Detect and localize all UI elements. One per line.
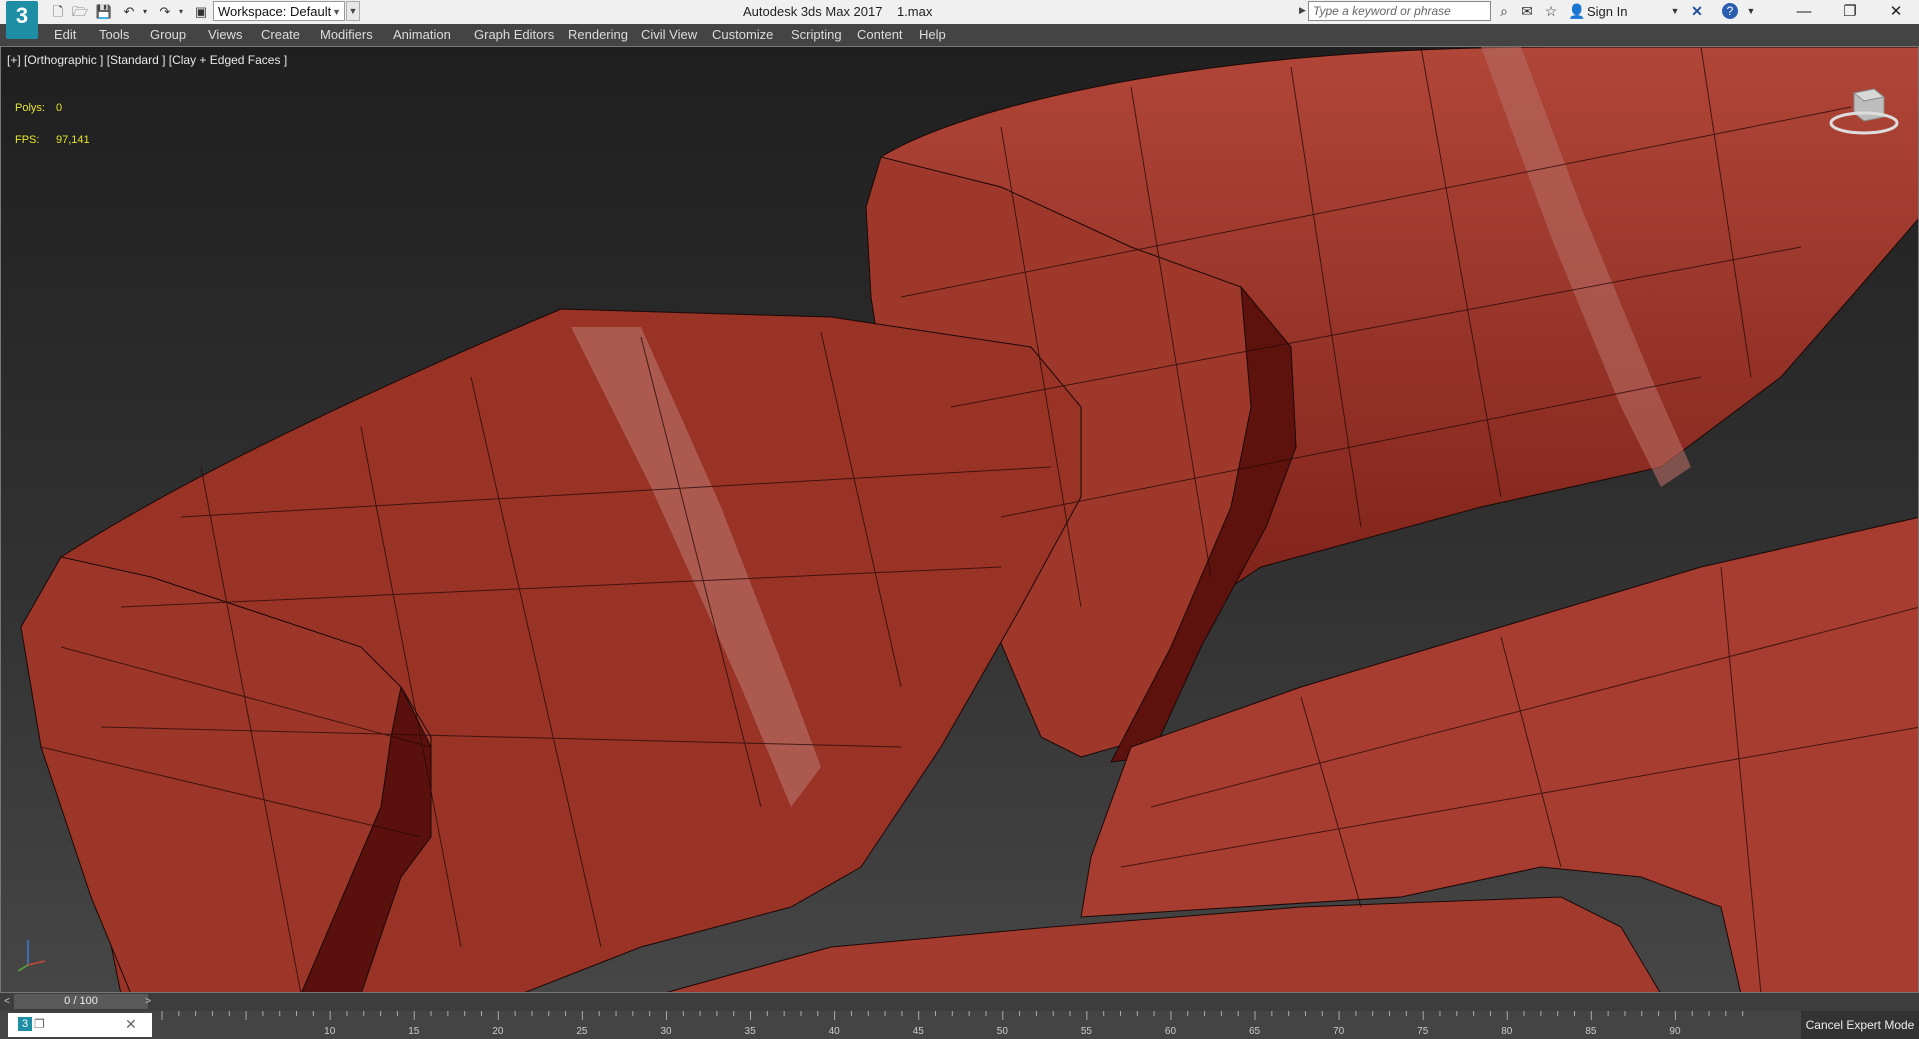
chevron-down-icon: ▼ — [332, 7, 341, 17]
exchange-apps-icon[interactable]: ✕ — [1688, 2, 1706, 20]
track-bar: 3 ❐ ✕ 10 15 20 25 30 35 40 45 50 55 60 65 70 75 80 85 90… — [0, 1011, 1919, 1039]
ruler-label: 30 — [660, 1026, 672, 1037]
polys-value: 0 — [56, 102, 63, 114]
ruler-label: 80 — [1501, 1026, 1513, 1037]
sign-in-dropdown-icon[interactable]: ▼ — [1666, 2, 1684, 20]
fps-label: FPS: — [15, 134, 40, 146]
menu-group[interactable]: Group — [150, 27, 186, 42]
viewport-label[interactable]: [+] [Orthographic ] [Standard ] [Clay + … — [7, 53, 287, 67]
timeline-ruler[interactable]: 101520253035404550556065707580859095100 — [150, 1011, 1750, 1039]
menu-tools[interactable]: Tools — [99, 27, 129, 42]
user-icon: 👤 — [1568, 3, 1586, 19]
menu-scripting[interactable]: Scripting — [791, 27, 842, 42]
restore-icon[interactable]: ❐ — [1827, 0, 1873, 24]
project-folder-icon[interactable]: ▣ — [192, 3, 210, 21]
menu-civil-view[interactable]: Civil View — [641, 27, 697, 42]
app-logo-small-icon: 3 — [18, 1017, 32, 1031]
ruler-label: 50 — [997, 1026, 1009, 1037]
workspace-options-icon[interactable]: ▼ — [346, 1, 360, 21]
ruler-label: 20 — [492, 1026, 504, 1037]
menu-content[interactable]: Content — [857, 27, 903, 42]
menu-create[interactable]: Create — [261, 27, 300, 42]
ruler-label: 70 — [1333, 1026, 1345, 1037]
ruler-label: 35 — [745, 1026, 757, 1037]
file-name: 1.max — [896, 4, 933, 19]
ruler-label: 65 — [1249, 1026, 1261, 1037]
undo-dropdown-icon[interactable]: ▾ — [136, 3, 154, 21]
favorites-star-icon[interactable]: ☆ — [1542, 2, 1560, 20]
menu-graph-editors[interactable]: Graph Editors — [474, 27, 554, 42]
help-dropdown-icon[interactable]: ▼ — [1742, 2, 1760, 20]
scene-mesh[interactable] — [1, 47, 1919, 993]
menu-animation[interactable]: Animation — [393, 27, 451, 42]
fps-value: 97,141 — [56, 134, 90, 146]
ruler-label: 90 — [1669, 1026, 1681, 1037]
sign-in-link[interactable]: Sign In — [1587, 4, 1627, 19]
open-file-icon[interactable]: 🗁 — [71, 3, 89, 21]
title-bar: 3 🗋 🗁 💾 ↶ ▾ ↷ ▾ ▣ Workspace: Default ▼ ▼… — [0, 0, 1919, 39]
ruler-label: 85 — [1585, 1026, 1597, 1037]
ruler-label: 75 — [1417, 1026, 1429, 1037]
redo-dropdown-icon[interactable]: ▾ — [172, 3, 190, 21]
ruler-label: 25 — [576, 1026, 588, 1037]
minimize-icon[interactable]: — — [1781, 0, 1827, 24]
ruler-label: 15 — [408, 1026, 420, 1037]
restore-small-icon[interactable]: ❐ — [34, 1017, 45, 1031]
time-slider[interactable]: 0 / 100 — [14, 994, 148, 1009]
search-input[interactable]: Type a keyword or phrase — [1308, 1, 1491, 21]
polys-label: Polys: — [15, 102, 45, 114]
menu-edit[interactable]: Edit — [54, 27, 76, 42]
time-prev-icon[interactable]: < — [1, 994, 13, 1009]
perspective-viewport[interactable]: [+] [Orthographic ] [Standard ] [Clay + … — [0, 46, 1919, 993]
search-expand-icon[interactable]: ▶ — [1299, 5, 1306, 16]
help-icon[interactable]: ? — [1722, 3, 1738, 19]
app-title: Autodesk 3ds Max 2017 — [743, 4, 883, 19]
ruler-label: 10 — [324, 1026, 336, 1037]
time-slider-bar: < 0 / 100 > — [0, 993, 1919, 1011]
menu-customize[interactable]: Customize — [712, 27, 773, 42]
new-file-icon[interactable]: 🗋 — [49, 3, 67, 21]
ruler-label: 40 — [829, 1026, 841, 1037]
menu-modifiers[interactable]: Modifiers — [320, 27, 373, 42]
axis-tripod-icon — [17, 940, 46, 972]
app-logo[interactable]: 3 — [6, 1, 38, 39]
time-next-icon[interactable]: > — [142, 994, 154, 1009]
menu-rendering[interactable]: Rendering — [568, 27, 628, 42]
save-icon[interactable]: 💾 — [95, 3, 113, 21]
workspace-label: Workspace: Default — [218, 4, 332, 19]
workspace-dropdown[interactable]: Workspace: Default ▼ — [213, 1, 345, 21]
menu-bar: Edit Tools Group Views Create Modifiers … — [0, 24, 1919, 46]
menu-help[interactable]: Help — [919, 27, 946, 42]
window-title: Autodesk 3ds Max 2017 1.max — [743, 4, 932, 19]
ruler-label: 55 — [1081, 1026, 1093, 1037]
menu-views[interactable]: Views — [208, 27, 242, 42]
close-icon[interactable]: ✕ — [1873, 0, 1919, 24]
maxscript-listener[interactable]: 3 ❐ ✕ — [8, 1013, 152, 1037]
cancel-expert-mode-button[interactable]: Cancel Expert Mode — [1801, 1011, 1919, 1039]
binoculars-icon[interactable]: ⌕ — [1495, 2, 1513, 20]
communication-center-icon[interactable]: ✉ — [1518, 2, 1536, 20]
ruler-label: 60 — [1165, 1026, 1177, 1037]
close-small-icon[interactable]: ✕ — [125, 1016, 137, 1033]
viewcube-icon[interactable] — [1829, 83, 1899, 143]
ruler-label: 45 — [913, 1026, 925, 1037]
